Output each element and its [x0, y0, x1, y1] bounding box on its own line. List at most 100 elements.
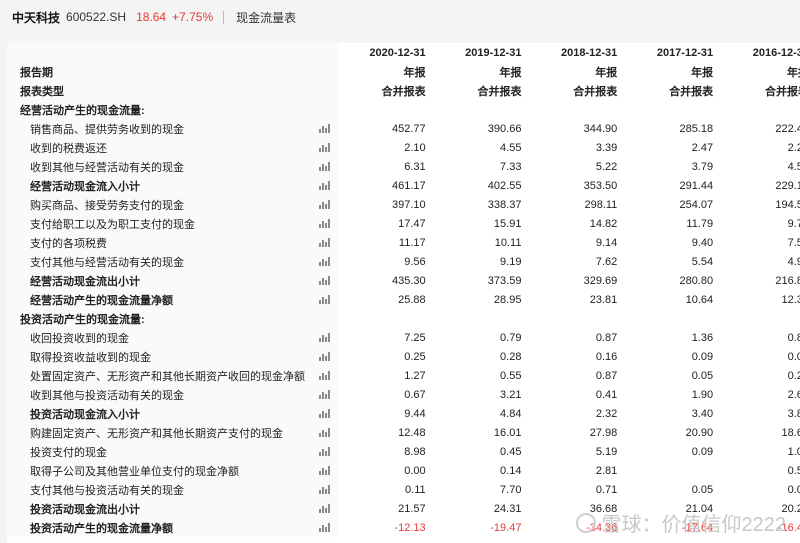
bar-chart-icon[interactable]	[318, 409, 330, 418]
value-cell: 23.81	[589, 293, 618, 306]
row-label: 投资活动现金流入小计	[7, 404, 338, 423]
value-cell: 0.79	[500, 331, 522, 344]
value-cell: 21.57	[398, 502, 426, 515]
bar-chart-icon[interactable]	[318, 295, 330, 304]
report-type-0: 合并报表	[381, 85, 426, 98]
bar-chart-icon[interactable]	[318, 504, 330, 513]
value-cell: 9.19	[500, 255, 522, 268]
value-cell: 353.50	[583, 179, 618, 192]
bar-chart-icon[interactable]	[318, 390, 330, 399]
bar-chart-icon[interactable]	[318, 352, 330, 361]
value-cell: 0.87	[595, 331, 618, 344]
value-cell	[625, 461, 721, 480]
row-label-text: 经营活动现金流入小计	[30, 180, 140, 193]
row-label-text: 购买商品、接受劳务支付的现金	[30, 199, 184, 212]
stock-change: +7.75%	[172, 10, 214, 24]
bar-chart-icon[interactable]	[318, 485, 330, 494]
report-type-3: 合并报表	[669, 85, 714, 98]
bar-chart-icon[interactable]	[318, 276, 330, 285]
header-row-period: 报告期 年报 年报 年报 年报 年报	[7, 62, 800, 81]
bar-chart-icon[interactable]	[318, 200, 330, 209]
column-date-3[interactable]: 2017-12-31	[625, 43, 721, 62]
column-date-2[interactable]: 2018-12-31	[529, 43, 625, 62]
bar-chart-icon[interactable]	[318, 447, 330, 456]
row-label-text: 经营活动现金流出小计	[30, 275, 140, 288]
value-cell	[434, 100, 530, 119]
table-row: 处置固定资产、无形资产和其他长期资产收回的现金净额 1.27 0.55 0.87 0.0…	[7, 366, 800, 385]
table-row: 购建固定资产、无形资产和其他长期资产支付的现金 12.48 16.01 27.98 20…	[7, 423, 800, 442]
row-label-text: 销售商品、提供劳务收到的现金	[30, 123, 184, 136]
value-cell: 11.17	[398, 236, 426, 249]
value-cell: 2.47	[691, 141, 714, 154]
row-label: 经营活动现金流入小计	[7, 176, 338, 195]
bar-chart-icon[interactable]	[318, 371, 330, 380]
value-cell: 3.79	[691, 160, 714, 173]
value-cell: 9.14	[595, 236, 618, 249]
section-header-row: 投资活动产生的现金流量:	[7, 309, 800, 328]
value-cell: 0.67	[404, 388, 426, 401]
value-cell: -12.13	[394, 521, 426, 534]
bar-chart-icon[interactable]	[318, 257, 330, 266]
header-corner	[7, 43, 338, 62]
value-cell: 14.82	[589, 217, 618, 230]
value-cell: 0.22	[787, 369, 800, 382]
value-cell: 402.55	[487, 179, 522, 192]
bar-chart-icon[interactable]	[318, 333, 330, 342]
row-label: 购买商品、接受劳务支付的现金	[7, 195, 338, 214]
value-cell: 10.11	[494, 236, 522, 249]
table-row: 销售商品、提供劳务收到的现金 452.77 390.66 344.90 285.18 22…	[7, 119, 800, 138]
value-cell: 194.50	[775, 198, 800, 211]
bar-chart-icon[interactable]	[318, 523, 330, 532]
bar-chart-icon[interactable]	[318, 143, 330, 152]
report-period-label: 报告期	[7, 62, 338, 81]
table-row: 收到其他与经营活动有关的现金 6.31 7.33 5.22 3.79 4.50	[7, 157, 800, 176]
value-cell: 3.39	[595, 141, 618, 154]
header-divider	[223, 10, 225, 24]
bar-chart-icon[interactable]	[318, 466, 330, 475]
value-cell: 4.55	[500, 141, 522, 154]
value-cell: 216.81	[775, 274, 800, 287]
bar-chart-icon[interactable]	[318, 162, 330, 171]
value-cell: 7.57	[787, 236, 800, 249]
bar-chart-icon[interactable]	[318, 124, 330, 133]
stock-name[interactable]: 中天科技	[12, 9, 60, 26]
table-row: 收到其他与投资活动有关的现金 0.67 3.21 0.41 1.90 2.64	[7, 385, 800, 404]
value-cell: 0.16	[595, 350, 618, 363]
value-cell: 0.05	[691, 483, 714, 496]
report-period-4: 年报	[787, 66, 800, 79]
value-cell: 0.07	[787, 350, 800, 363]
bar-chart-icon[interactable]	[318, 238, 330, 247]
value-cell: 0.05	[691, 369, 714, 382]
value-cell: 16.01	[493, 426, 522, 439]
row-label-text: 支付其他与经营活动有关的现金	[30, 256, 184, 269]
row-label-text: 收到其他与经营活动有关的现金	[30, 161, 184, 174]
bar-chart-icon[interactable]	[318, 428, 330, 437]
value-cell	[721, 309, 800, 328]
value-cell: 9.56	[404, 255, 426, 268]
value-cell: 0.55	[787, 464, 800, 477]
column-date-0[interactable]: 2020-12-31	[338, 43, 434, 62]
row-label-text: 投资支付的现金	[30, 446, 107, 459]
row-label-text: 收到的税费返还	[30, 142, 107, 155]
value-cell: 6.31	[404, 160, 426, 173]
bar-chart-icon[interactable]	[318, 181, 330, 190]
row-label: 收到其他与经营活动有关的现金	[7, 157, 338, 176]
header-row-type: 报表类型 合并报表 合并报表 合并报表 合并报表 合并报表	[7, 81, 800, 100]
value-cell: 338.37	[487, 198, 522, 211]
bar-chart-icon[interactable]	[318, 219, 330, 228]
row-label: 支付其他与经营活动有关的现金	[7, 252, 338, 271]
value-cell: 291.44	[679, 179, 714, 192]
column-date-1[interactable]: 2019-12-31	[434, 43, 530, 62]
cashflow-table-container[interactable]: 2020-12-31 2019-12-31 2018-12-31 2017-12-31…	[0, 43, 800, 543]
table-row: 支付的各项税费 11.17 10.11 9.14 9.40 7.57	[7, 233, 800, 252]
value-cell: 285.18	[679, 122, 714, 135]
table-row: 支付其他与投资活动有关的现金 0.11 7.70 0.71 0.05 0.01	[7, 480, 800, 499]
value-cell: 0.28	[500, 350, 522, 363]
report-type-1: 合并报表	[477, 85, 522, 98]
column-date-4[interactable]: 2016-12-31	[721, 43, 800, 62]
row-label: 经营活动现金流出小计	[7, 271, 338, 290]
value-cell: 20.90	[685, 426, 714, 439]
value-cell: 7.25	[404, 331, 426, 344]
value-cell: 452.77	[391, 122, 426, 135]
row-label-text: 取得子公司及其他营业单位支付的现金净额	[30, 465, 239, 478]
